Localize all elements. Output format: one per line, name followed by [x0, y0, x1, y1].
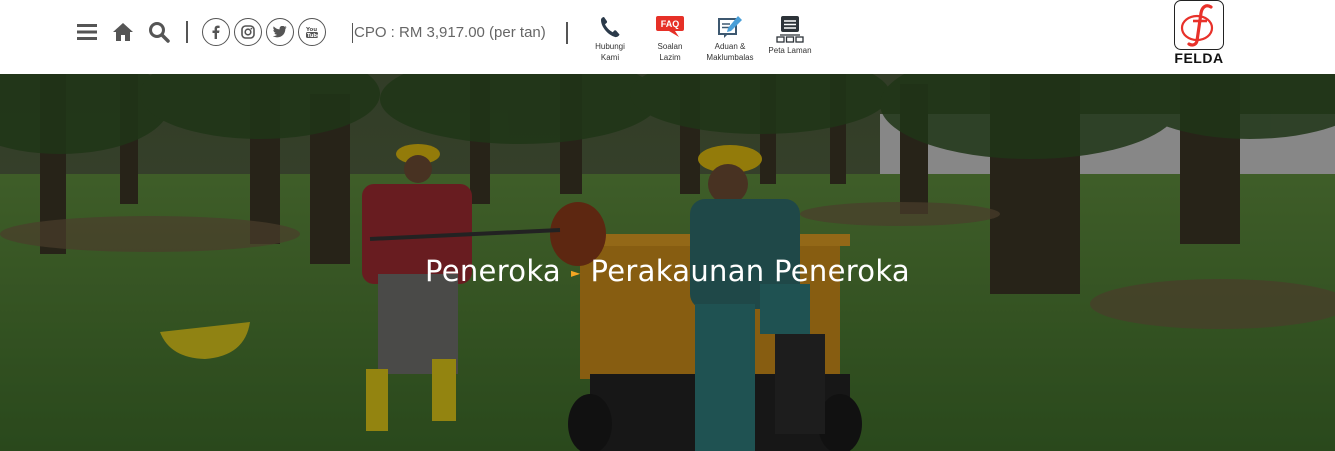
toolbar-icons: You Tube — [76, 18, 330, 46]
contact-us-label-2: Kami — [600, 53, 620, 62]
felda-logo-text: FELDA — [1174, 50, 1224, 66]
svg-text:Tube: Tube — [307, 33, 319, 39]
sitemap-icon — [776, 16, 804, 43]
feedback-label-1: Aduan & — [714, 42, 746, 51]
divider — [186, 21, 188, 43]
faq-label-1: Soalan — [657, 42, 683, 51]
breadcrumb-parent-link[interactable]: Peneroka — [425, 254, 561, 288]
breadcrumb: Peneroka ► Perakaunan Peneroka — [0, 254, 1335, 288]
faq-badge: FAQ — [661, 19, 680, 29]
phone-icon — [601, 17, 620, 38]
cpo-price-ticker: CPO : RM 3,917.00 (per tan) — [352, 23, 546, 43]
hero-banner: Peneroka ► Perakaunan Peneroka — [0, 74, 1335, 451]
sitemap-label: Peta Laman — [768, 46, 812, 55]
sitemap-link[interactable]: Peta Laman — [760, 14, 820, 62]
feedback-link[interactable]: Aduan & Maklumbalas — [700, 14, 760, 62]
feedback-edit-icon — [718, 16, 742, 38]
contact-us-link[interactable]: Hubungi Kami — [580, 14, 640, 62]
faq-link[interactable]: FAQ Soalan Lazim — [640, 14, 700, 62]
instagram-icon[interactable] — [234, 18, 262, 46]
felda-logo-mark — [1174, 0, 1224, 50]
facebook-icon[interactable] — [202, 18, 230, 46]
feedback-label-2: Maklumbalas — [706, 53, 754, 62]
breadcrumb-arrow-icon: ► — [571, 266, 581, 280]
felda-logo[interactable]: FELDA — [1172, 0, 1226, 70]
faq-bubble-icon: FAQ — [656, 16, 684, 37]
contact-us-label-1: Hubungi — [595, 42, 625, 51]
search-icon[interactable] — [148, 19, 170, 45]
home-icon[interactable] — [112, 19, 134, 45]
youtube-icon[interactable]: You Tube — [298, 18, 326, 46]
faq-label-2: Lazim — [659, 53, 681, 62]
twitter-icon[interactable] — [266, 18, 294, 46]
hamburger-menu-icon[interactable] — [76, 19, 98, 45]
divider — [566, 22, 568, 44]
social-links: You Tube — [202, 18, 330, 46]
breadcrumb-current: Perakaunan Peneroka — [590, 254, 911, 288]
quick-links: Hubungi Kami FAQ Soalan Lazim Aduan & Ma… — [580, 14, 820, 62]
top-navigation-bar: You Tube CPO : RM 3,917.00 (per tan) Hubu… — [0, 0, 1335, 74]
